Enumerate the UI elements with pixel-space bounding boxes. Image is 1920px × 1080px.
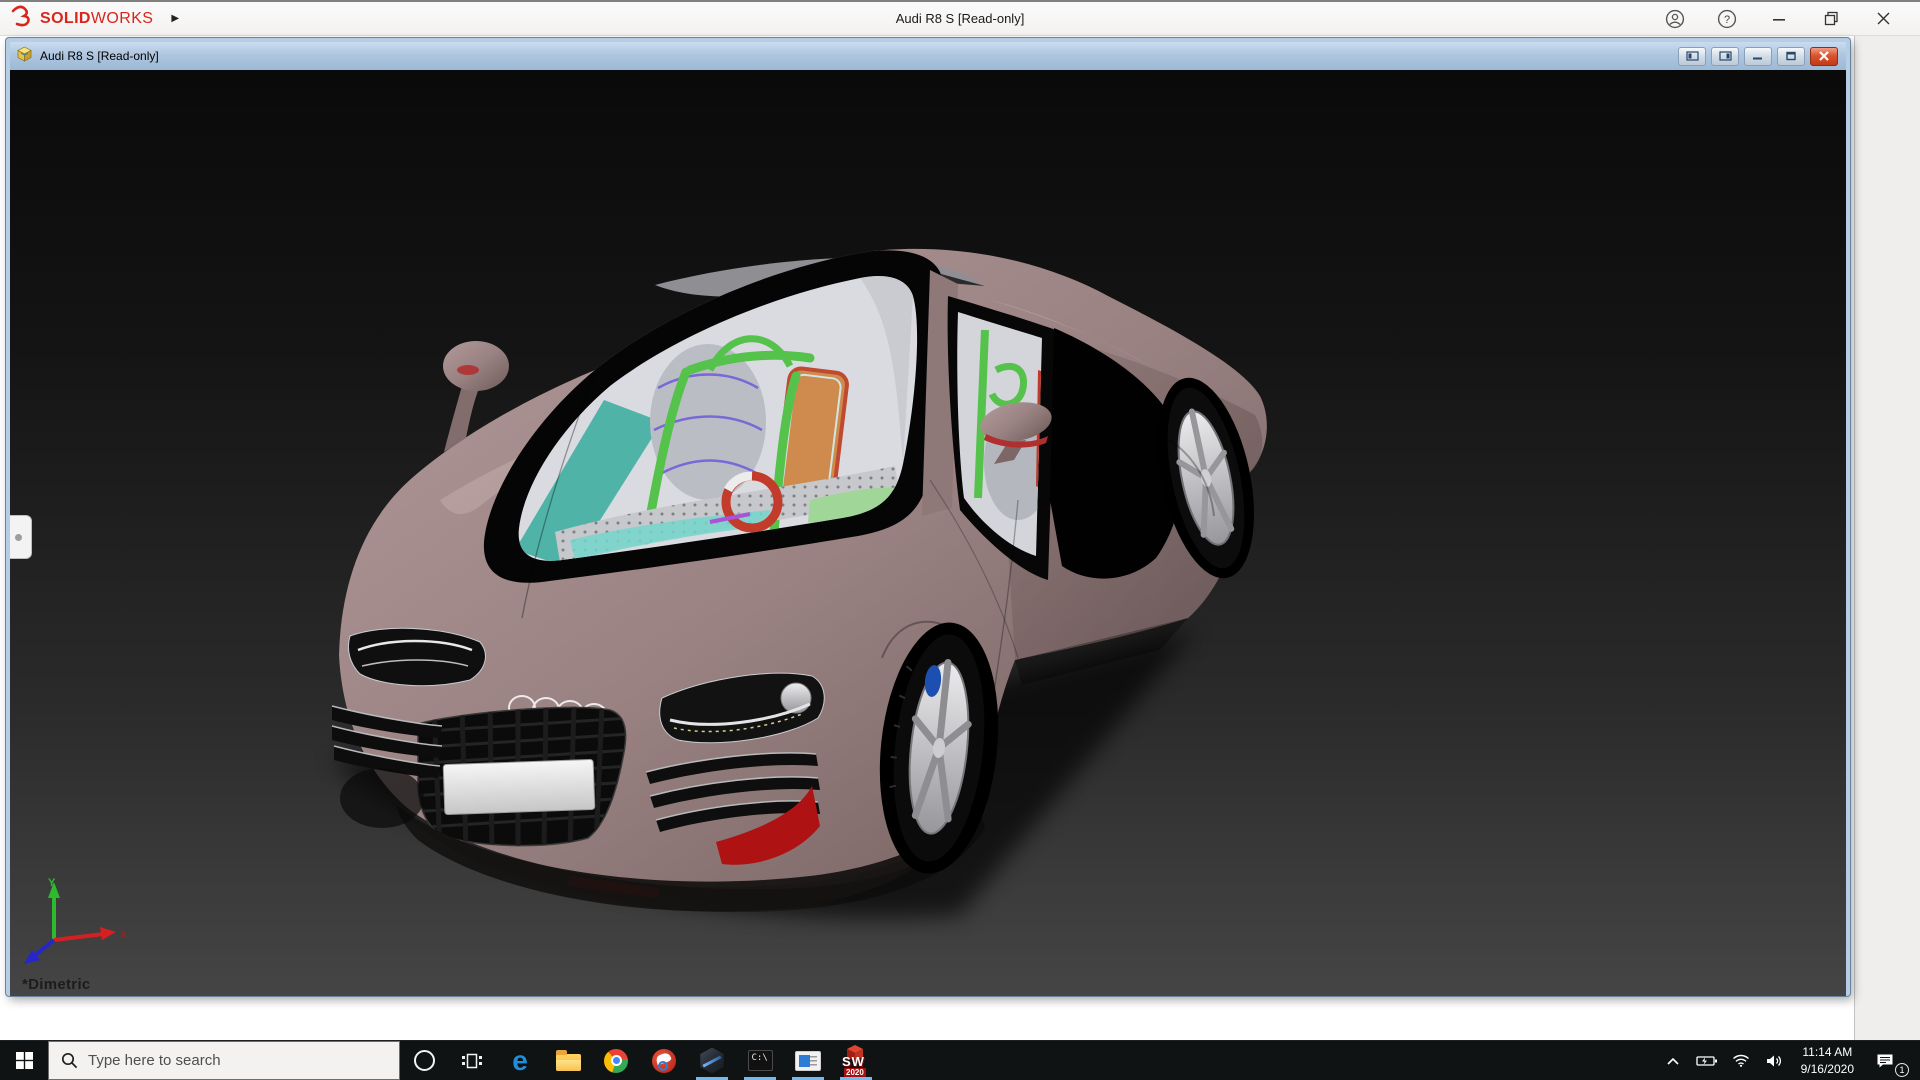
- cortana-icon: [414, 1050, 435, 1071]
- notification-count-badge: 1: [1895, 1063, 1909, 1077]
- minimize-button[interactable]: [1768, 8, 1790, 30]
- file-explorer-icon: [556, 1054, 581, 1071]
- svg-text:?: ?: [1724, 14, 1730, 26]
- window-title: Audi R8 S [Read-only]: [0, 11, 1920, 26]
- taskbar-edge-button[interactable]: e: [496, 1041, 544, 1080]
- tray-time: 11:14 AM: [1802, 1045, 1852, 1059]
- document-titlebar[interactable]: Audi R8 S [Read-only]: [10, 42, 1846, 70]
- taskbar-chrome-button[interactable]: [592, 1041, 640, 1080]
- close-button[interactable]: [1872, 8, 1894, 30]
- triad-y-label: Y: [48, 877, 56, 889]
- doc-restore-button[interactable]: [1777, 47, 1805, 66]
- tray-wifi-button[interactable]: [1727, 1041, 1755, 1080]
- command-prompt-icon: C:\: [748, 1050, 773, 1071]
- part-document-icon: [16, 46, 33, 67]
- orientation-triad: Y X: [16, 874, 132, 974]
- notification-icon: [1876, 1053, 1894, 1069]
- taskbar-cortana-button[interactable]: [400, 1041, 448, 1080]
- solidworks-brand: SOLIDWORKS ▶: [0, 5, 179, 32]
- pane-left-button[interactable]: [1678, 47, 1706, 66]
- chevron-up-icon: [1666, 1056, 1680, 1066]
- brand-text: SOLIDWORKS: [40, 10, 153, 28]
- taskbar-capture-tool-button[interactable]: [640, 1041, 688, 1080]
- tray-chevron-button[interactable]: [1659, 1041, 1687, 1080]
- speaker-icon: [1766, 1054, 1783, 1068]
- document-title: Audi R8 S [Read-only]: [40, 49, 159, 63]
- app-titlebar[interactable]: SOLIDWORKS ▶ Audi R8 S [Read-only] ?: [0, 0, 1920, 36]
- battery-charging-icon: [1696, 1055, 1718, 1067]
- task-view-icon: [461, 1052, 483, 1070]
- car-model[interactable]: [10, 70, 1846, 996]
- tray-clock[interactable]: 11:14 AM 9/16/2020: [1795, 1044, 1860, 1076]
- tray-volume-button[interactable]: [1761, 1041, 1789, 1080]
- taskbar-search[interactable]: [48, 1041, 400, 1080]
- tray-battery-button[interactable]: [1693, 1041, 1721, 1080]
- featuremanager-flyout-tab[interactable]: [10, 515, 32, 559]
- triad-x-label: X: [120, 930, 127, 941]
- edge-icon: e: [512, 1047, 528, 1075]
- window-app-icon: [795, 1051, 821, 1071]
- view-orientation-label: *Dimetric: [22, 976, 91, 993]
- task-pane-edge: [1854, 36, 1920, 1040]
- taskbar-hexagon-app-button[interactable]: [688, 1041, 736, 1080]
- taskbar-task-view-button[interactable]: [448, 1041, 496, 1080]
- start-button[interactable]: [0, 1041, 48, 1080]
- doc-close-button[interactable]: [1810, 47, 1838, 66]
- account-icon[interactable]: [1664, 8, 1686, 30]
- action-center-button[interactable]: 1: [1866, 1041, 1904, 1080]
- document-window: Audi R8 S [Read-only]: [6, 38, 1850, 996]
- license-plate: [443, 759, 595, 814]
- search-input[interactable]: [88, 1052, 387, 1069]
- taskbar-file-explorer-button[interactable]: [544, 1041, 592, 1080]
- help-icon[interactable]: ?: [1716, 8, 1738, 30]
- taskbar-command-prompt-button[interactable]: C:\: [736, 1041, 784, 1080]
- hexagon-app-icon: [699, 1048, 725, 1074]
- app-client-area: Audi R8 S [Read-only]: [0, 36, 1920, 1040]
- ds-logo-icon: [10, 5, 36, 32]
- chrome-icon: [604, 1049, 628, 1073]
- tray-date: 9/16/2020: [1801, 1062, 1854, 1076]
- menu-flyout-arrow-icon[interactable]: ▶: [171, 13, 179, 24]
- doc-minimize-button[interactable]: [1744, 47, 1772, 66]
- capture-tool-icon: [652, 1049, 676, 1073]
- windows-taskbar: e C:\ SW 2020: [0, 1040, 1920, 1080]
- search-icon: [61, 1052, 78, 1069]
- restore-button[interactable]: [1820, 8, 1842, 30]
- pane-right-button[interactable]: [1711, 47, 1739, 66]
- wifi-icon: [1732, 1054, 1750, 1067]
- graphics-viewport[interactable]: Y X *Dimetric: [10, 70, 1846, 996]
- taskbar-solidworks-button[interactable]: SW 2020: [832, 1041, 880, 1080]
- windows-logo-icon: [16, 1052, 33, 1069]
- taskbar-window-app-button[interactable]: [784, 1041, 832, 1080]
- solidworks-2020-icon: SW 2020: [841, 1045, 871, 1077]
